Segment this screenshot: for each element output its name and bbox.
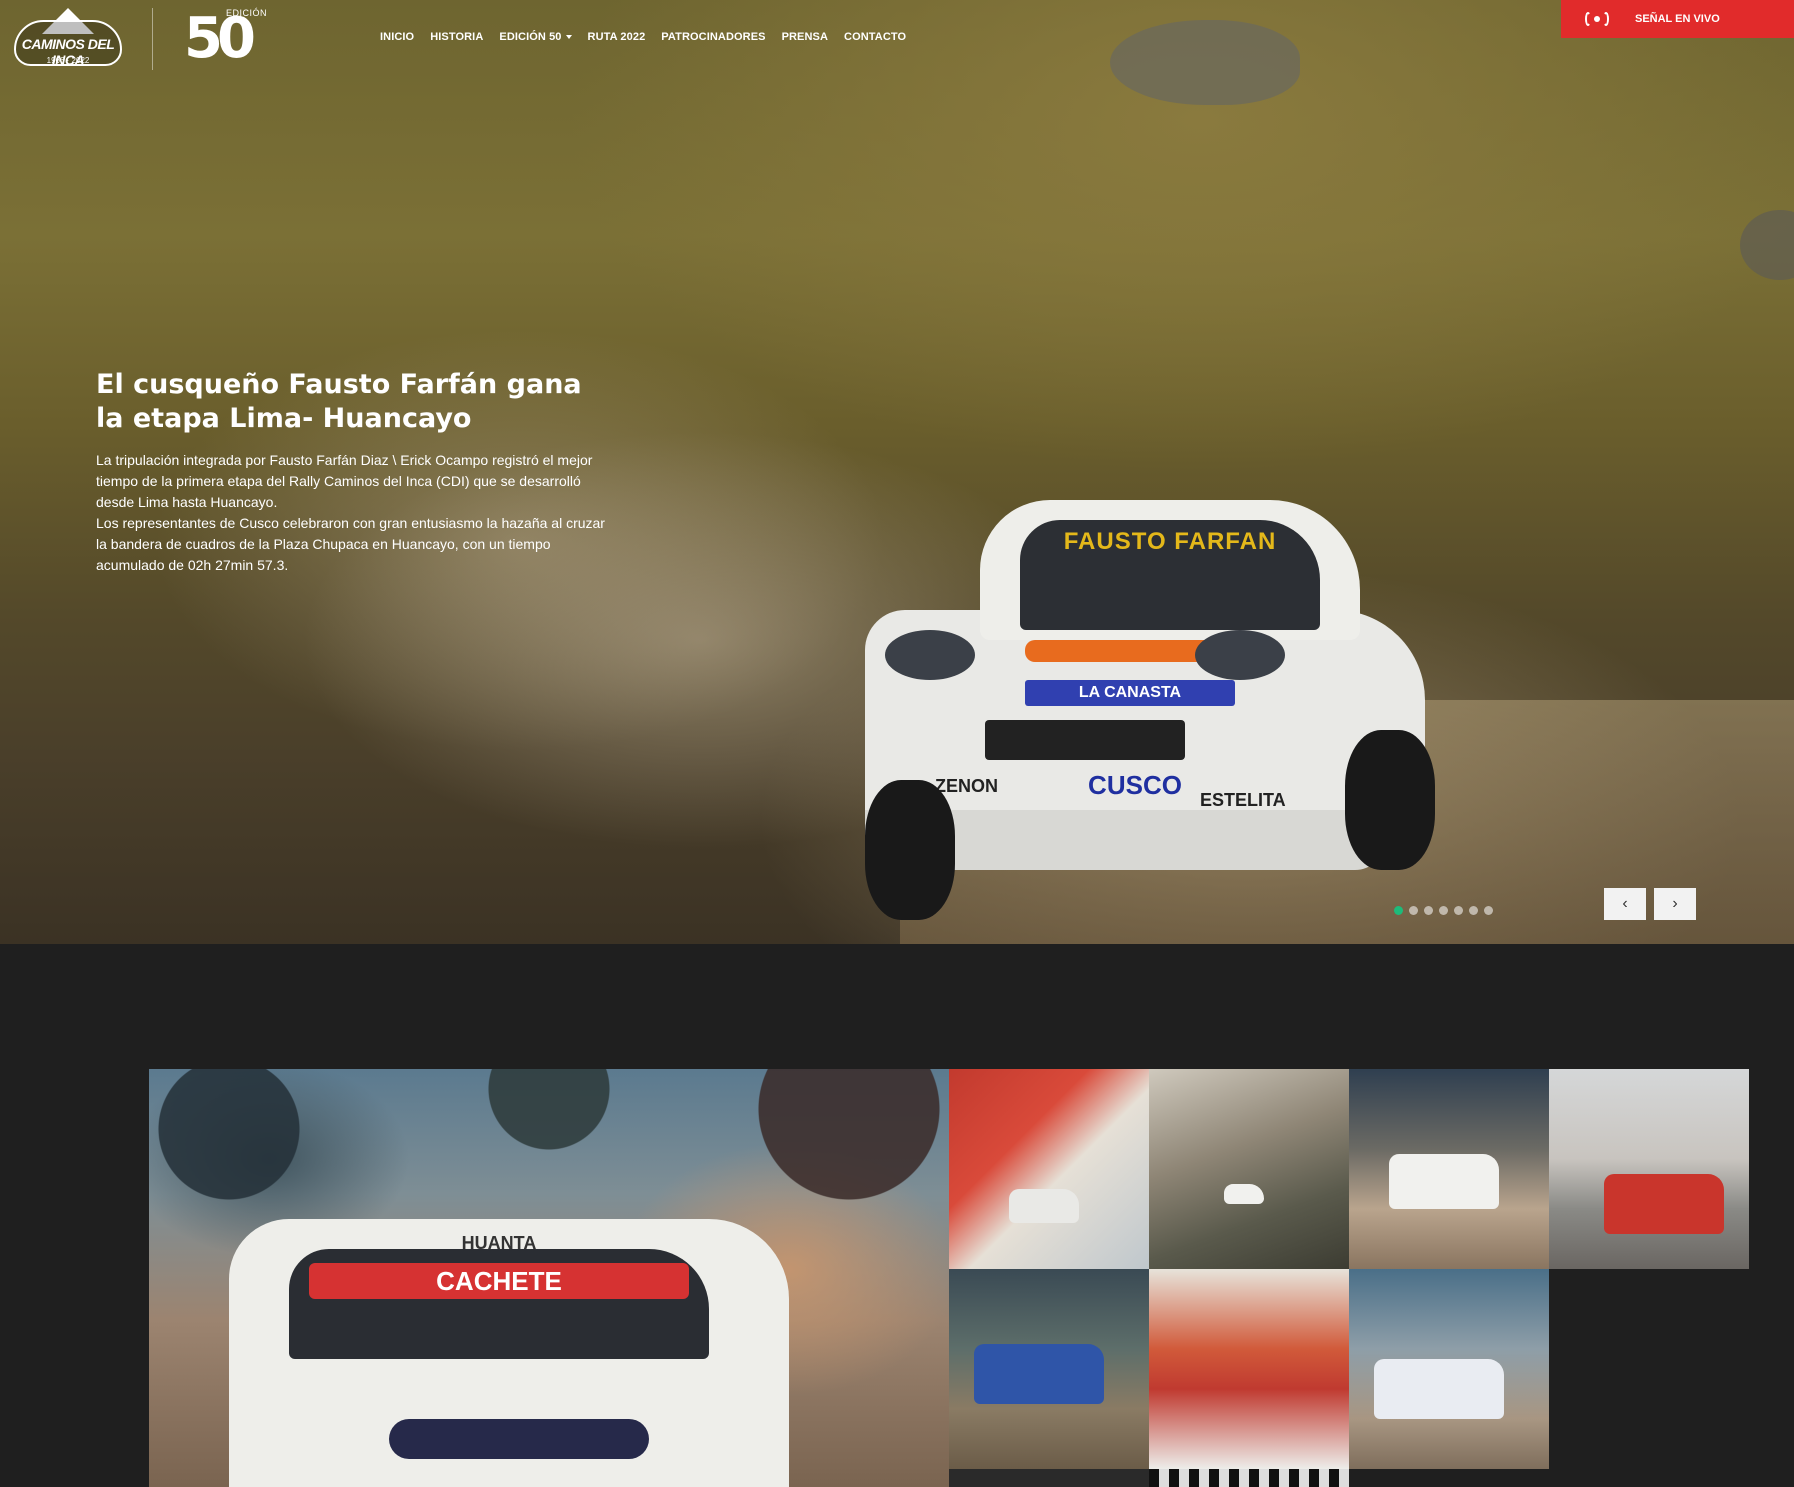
nav-item-label: EDICIÓN 50 — [499, 31, 562, 43]
nav-item-historia[interactable]: HISTORIA — [422, 31, 491, 43]
nav-item-contacto[interactable]: CONTACTO — [836, 31, 914, 43]
gallery-photo[interactable] — [949, 1469, 1149, 1487]
truck-banner: CACHETE — [309, 1263, 689, 1299]
carousel-indicator[interactable] — [1424, 906, 1433, 915]
main-nav: INICIO HISTORIA EDICIÓN 50 RUTA 2022 PAT… — [372, 31, 914, 43]
gallery-photo[interactable] — [1149, 1069, 1349, 1269]
car-right-label: ESTELITA — [1200, 790, 1286, 810]
carousel-prev-button[interactable]: ‹ — [1604, 888, 1646, 920]
hero-caption: El cusqueño Fausto Farfán gana la etapa … — [96, 368, 606, 576]
nav-item-prensa[interactable]: PRENSA — [774, 31, 836, 43]
hero-carousel: FAUSTO FARFAN LA CANASTA CUSCO ZENON EST… — [0, 0, 1794, 944]
gallery-photo[interactable] — [1549, 1069, 1749, 1269]
hero-paragraph: Los representantes de Cusco celebraron c… — [96, 515, 605, 573]
broadcast-icon — [1583, 9, 1611, 29]
gallery-photo[interactable] — [1149, 1269, 1349, 1469]
car-windshield-banner: FAUSTO FARFAN — [1063, 528, 1277, 555]
gallery-photo[interactable] — [1349, 1269, 1549, 1469]
header-divider — [152, 8, 153, 70]
hillside-rock — [1740, 210, 1794, 280]
carousel-indicator[interactable] — [1484, 906, 1493, 915]
carousel-indicator[interactable] — [1409, 906, 1418, 915]
live-signal-label: SEÑAL EN VIVO — [1635, 13, 1720, 25]
site-header: CAMINOS DEL INCA 1966 · 2022 50 EDICIÓN … — [0, 0, 1794, 80]
rally-car-image: FAUSTO FARFAN LA CANASTA CUSCO ZENON EST… — [865, 480, 1485, 920]
caminos-del-inca-logo[interactable]: CAMINOS DEL INCA 1966 · 2022 — [14, 8, 124, 68]
carousel-indicator[interactable] — [1454, 906, 1463, 915]
carousel-indicator[interactable] — [1394, 906, 1403, 915]
logo-years: 1966 · 2022 — [46, 56, 90, 65]
caret-down-icon — [565, 35, 572, 40]
carousel-indicator[interactable] — [1439, 906, 1448, 915]
gallery-photo[interactable] — [1149, 1469, 1349, 1487]
hero-title: El cusqueño Fausto Farfán gana la etapa … — [96, 369, 582, 434]
carousel-indicator[interactable] — [1469, 906, 1478, 915]
gallery-photo-main[interactable]: HUANTA CACHETE — [149, 1069, 949, 1487]
hero-paragraph: La tripulación integrada por Fausto Farf… — [96, 452, 593, 510]
car-sponsor-plate: LA CANASTA — [1025, 680, 1235, 706]
car-left-label: ZENON — [935, 776, 998, 796]
gallery-photo[interactable] — [949, 1069, 1149, 1269]
gallery-photo[interactable] — [949, 1269, 1149, 1469]
edition-50-logo[interactable]: 50 EDICIÓN — [180, 6, 270, 72]
carousel-next-button[interactable]: › — [1654, 888, 1696, 920]
nav-item-inicio[interactable]: INICIO — [372, 31, 422, 43]
gallery-photo[interactable] — [1349, 1069, 1549, 1269]
nav-item-ruta-2022[interactable]: RUTA 2022 — [580, 31, 654, 43]
truck-top-label: HUANTA — [461, 1233, 537, 1253]
carousel-indicators — [1394, 906, 1493, 915]
live-signal-button[interactable]: SEÑAL EN VIVO — [1561, 0, 1794, 38]
nav-item-patrocinadores[interactable]: PATROCINADORES — [653, 31, 773, 43]
edition-label: EDICIÓN — [226, 8, 268, 18]
nav-item-edicion-50[interactable]: EDICIÓN 50 — [491, 31, 579, 43]
